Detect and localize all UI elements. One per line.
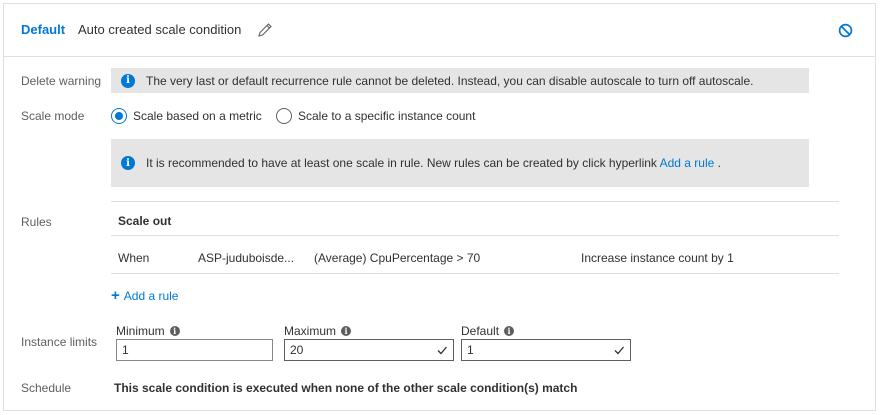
disable-icon[interactable] — [838, 23, 853, 38]
add-rule-inline-link[interactable]: Add a rule — [660, 156, 715, 170]
maximum-value: 20 — [290, 343, 304, 357]
maximum-input[interactable]: 20 — [284, 339, 454, 361]
rule-resource[interactable]: ASP-juduboisde... — [198, 251, 294, 265]
edit-pencil-icon[interactable] — [257, 22, 273, 38]
default-badge: Default — [21, 22, 66, 37]
delete-warning-label: Delete warning — [21, 74, 102, 88]
default-label-text: Default — [461, 324, 500, 338]
delete-warning-bar: i The very last or default recurrence ru… — [111, 68, 809, 93]
add-rule-label: Add a rule — [123, 289, 179, 303]
default-value: 1 — [467, 343, 474, 357]
scale-condition-panel: Default Auto created scale condition Del… — [3, 3, 876, 411]
radio-scale-instance-count[interactable]: Scale to a specific instance count — [276, 108, 475, 124]
radio-button[interactable] — [276, 108, 292, 124]
maximum-label-text: Maximum — [284, 324, 337, 338]
radio-button-selected[interactable] — [111, 108, 127, 124]
rules-label: Rules — [21, 215, 52, 229]
divider — [111, 201, 839, 202]
radio-scale-metric[interactable]: Scale based on a metric — [111, 108, 262, 124]
rule-condition: (Average) CpuPercentage > 70 — [314, 251, 481, 265]
minimum-value: 1 — [122, 343, 129, 357]
condition-header: Default Auto created scale condition — [4, 4, 875, 57]
schedule-label: Schedule — [21, 381, 72, 395]
scale-mode-label: Scale mode — [21, 109, 85, 123]
info-icon: i — [121, 156, 135, 170]
radio-scale-metric-label: Scale based on a metric — [133, 109, 262, 123]
recommendation-suffix: . — [717, 156, 721, 170]
info-icon[interactable]: i — [504, 326, 515, 336]
add-rule-link[interactable]: + Add a rule — [111, 287, 179, 304]
scale-out-header: Scale out — [118, 214, 172, 228]
recommendation-info-box: i It is recommended to have at least one… — [111, 139, 809, 187]
default-label: Default i — [461, 324, 515, 338]
maximum-label: Maximum i — [284, 324, 352, 338]
rule-when: When — [118, 251, 150, 265]
checkmark-icon — [614, 346, 624, 355]
info-icon[interactable]: i — [169, 326, 180, 336]
recommendation-text: It is recommended to have at least one s… — [146, 156, 721, 170]
minimum-label-text: Minimum — [116, 324, 165, 338]
default-input[interactable]: 1 — [461, 339, 631, 361]
radio-scale-instance-count-label: Scale to a specific instance count — [298, 109, 476, 123]
rule-action: Increase instance count by 1 — [581, 251, 734, 265]
divider — [111, 273, 839, 274]
condition-title: Auto created scale condition — [78, 22, 242, 37]
info-icon: i — [121, 73, 135, 88]
divider — [111, 235, 839, 236]
minimum-input[interactable]: 1 — [116, 339, 273, 361]
instance-limits-label: Instance limits — [21, 335, 98, 349]
delete-warning-text: The very last or default recurrence rule… — [146, 73, 754, 88]
checkmark-icon — [437, 346, 447, 355]
minimum-label: Minimum i — [116, 324, 180, 338]
plus-icon: + — [111, 287, 120, 304]
schedule-text: This scale condition is executed when no… — [114, 381, 578, 395]
recommendation-message: It is recommended to have at least one s… — [146, 156, 657, 170]
info-icon[interactable]: i — [341, 326, 352, 336]
